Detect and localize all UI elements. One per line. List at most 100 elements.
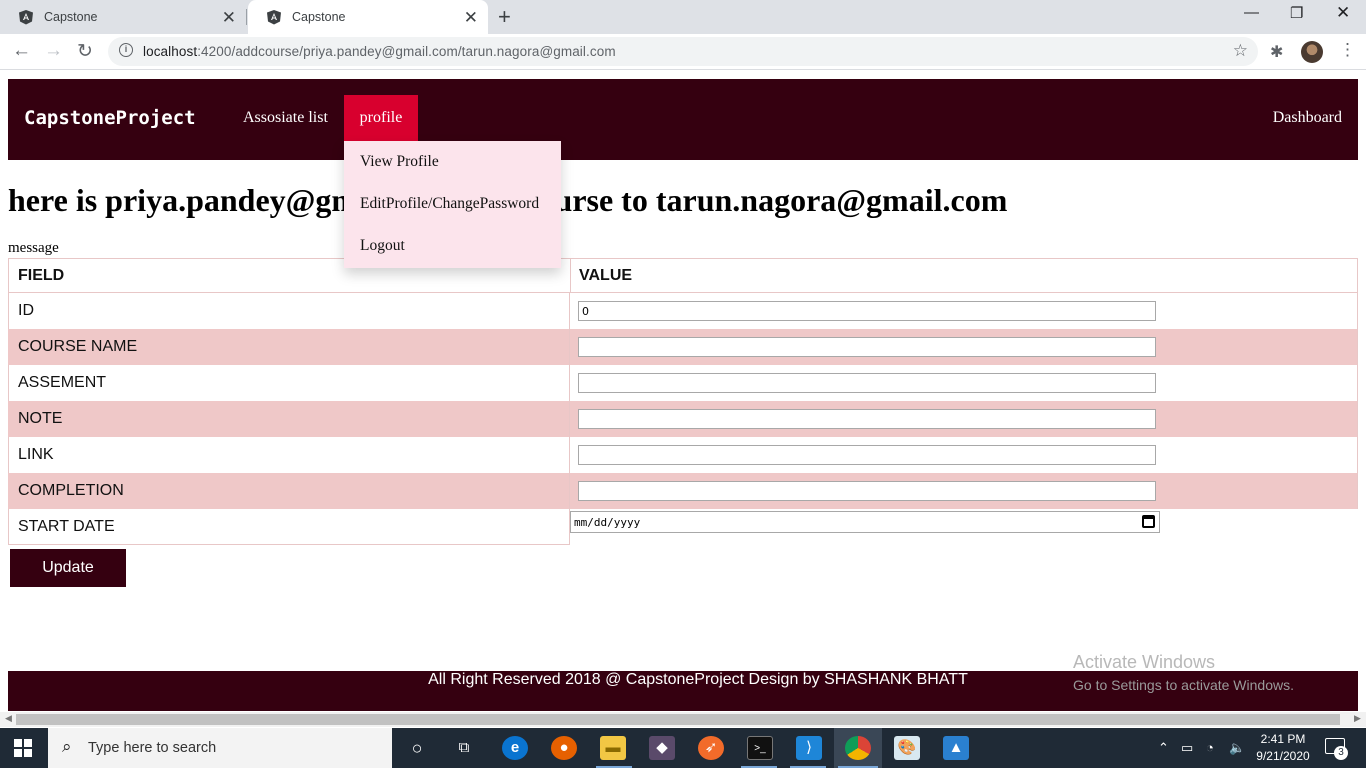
taskbar-clock[interactable]: 2:41 PM 9/21/2020 <box>1253 731 1313 765</box>
task-view-icon[interactable]: ⧉ <box>451 736 477 760</box>
nav-associate-list[interactable]: Assosiate list <box>227 95 344 141</box>
field-label-start-date: START DATE <box>18 518 115 535</box>
bookmark-star-icon[interactable]: ☆ <box>1233 41 1248 61</box>
link-input[interactable] <box>578 445 1156 465</box>
message-label: message <box>8 240 59 256</box>
date-placeholder: mm/dd/yyyy <box>574 516 641 529</box>
close-tab-icon[interactable]: ✕ <box>222 8 236 28</box>
taskbar-search-box[interactable]: ⌕ Type here to search <box>48 728 392 768</box>
terminal-icon[interactable]: >_ <box>747 736 773 760</box>
table-row: ASSEMENT <box>8 365 1358 401</box>
search-icon: ⌕ <box>62 737 72 756</box>
angular-logo-icon <box>267 10 281 25</box>
menu-item-view-profile[interactable]: View Profile <box>360 153 439 171</box>
postman-icon[interactable]: ➶ <box>698 736 724 760</box>
angular-logo-icon <box>19 10 33 25</box>
photos-icon[interactable]: ▲ <box>943 736 969 760</box>
clock-time: 2:41 PM <box>1260 732 1306 746</box>
avatar[interactable] <box>1301 41 1323 63</box>
app-navbar: CapstoneProject Assosiate list profile D… <box>8 79 1358 160</box>
clock-date: 9/21/2020 <box>1256 749 1310 763</box>
menu-kebab-icon[interactable]: ⋮ <box>1339 40 1356 60</box>
file-explorer-icon[interactable]: ▬ <box>600 736 626 760</box>
edge-icon[interactable]: e <box>502 736 528 760</box>
address-bar[interactable]: i localhost:4200/addcourse/priya.pandey@… <box>108 37 1258 66</box>
minimize-icon[interactable]: — <box>1244 4 1259 21</box>
start-date-input[interactable]: mm/dd/yyyy <box>570 511 1160 533</box>
table-row: START DATE mm/dd/yyyy <box>8 509 1358 545</box>
course-name-input[interactable] <box>578 337 1156 357</box>
scrollbar-thumb[interactable] <box>16 714 1340 725</box>
label-cell: COURSE NAME <box>8 329 570 365</box>
label-cell: NOTE <box>8 401 570 437</box>
battery-icon[interactable]: ▭ <box>1181 740 1193 756</box>
wifi-icon[interactable]: ◔ <box>1206 740 1214 755</box>
site-info-icon[interactable]: i <box>119 43 133 57</box>
url-text[interactable]: localhost:4200/addcourse/priya.pandey@gm… <box>143 44 616 59</box>
reload-icon[interactable]: ↻ <box>77 40 93 63</box>
activate-windows-title: Activate Windows <box>1073 652 1216 672</box>
activate-windows-subtitle: Go to Settings to activate Windows. <box>1073 677 1294 693</box>
scroll-right-icon[interactable]: ▶ <box>1354 713 1361 724</box>
brand-logo[interactable]: CapstoneProject <box>24 107 196 129</box>
table-row: LINK <box>8 437 1358 473</box>
nav-dashboard[interactable]: Dashboard <box>1257 95 1358 141</box>
table-row: ID <box>8 293 1358 329</box>
extensions-puzzle-icon[interactable]: ✱ <box>1270 42 1283 62</box>
field-label-course-name: COURSE NAME <box>18 338 138 355</box>
tab-title: Capstone <box>44 10 98 24</box>
value-header: VALUE <box>579 267 633 284</box>
label-cell: ID <box>8 293 570 329</box>
new-tab-icon[interactable]: + <box>498 4 511 30</box>
assessment-input[interactable] <box>578 373 1156 393</box>
windows-start-icon[interactable] <box>14 739 32 757</box>
back-icon[interactable]: ← <box>12 40 31 62</box>
browser-tab-active[interactable]: Capstone ✕ <box>248 0 488 34</box>
browser-toolbar: ← → ↻ i localhost:4200/addcourse/priya.p… <box>0 34 1366 70</box>
completion-input[interactable] <box>578 481 1156 501</box>
notification-count-badge: 3 <box>1334 746 1348 760</box>
table-header-row: FIELD VALUE <box>8 258 1358 293</box>
game-app-icon[interactable]: ◆ <box>649 736 675 760</box>
course-form-table: FIELD VALUE ID COURSE NAME ASSEMENT NOTE… <box>8 258 1358 545</box>
table-row: NOTE <box>8 401 1358 437</box>
menu-item-edit-profile[interactable]: EditProfile/ChangePassword <box>360 195 539 213</box>
field-label-link: LINK <box>18 446 54 463</box>
windows-taskbar: ⌕ Type here to search ○ ⧉ e ● ▬ ◆ ➶ >_ ⟩… <box>0 728 1366 768</box>
table-row: COURSE NAME <box>8 329 1358 365</box>
profile-dropdown: View Profile EditProfile/ChangePassword … <box>344 141 561 268</box>
tab-divider <box>246 9 247 25</box>
label-cell: COMPLETION <box>8 473 570 509</box>
label-cell: LINK <box>8 437 570 473</box>
browser-tab-bar: Capstone ✕ Capstone ✕ + — ❐ ✕ <box>0 0 1366 34</box>
browser-tab[interactable]: Capstone ✕ <box>0 0 246 34</box>
update-button[interactable]: Update <box>10 549 126 587</box>
tray-chevron-up-icon[interactable]: ⌃ <box>1158 740 1169 756</box>
chrome-icon[interactable] <box>845 736 871 760</box>
label-cell: ASSEMENT <box>8 365 570 401</box>
menu-item-logout[interactable]: Logout <box>360 237 405 255</box>
forward-icon[interactable]: → <box>44 40 63 62</box>
paint-icon[interactable]: 🎨 <box>894 736 920 760</box>
scroll-left-icon[interactable]: ◀ <box>5 713 12 724</box>
tab-title: Capstone <box>292 10 346 24</box>
label-cell: START DATE <box>8 509 570 545</box>
nav-profile[interactable]: profile <box>344 95 418 141</box>
cortana-circle-icon[interactable]: ○ <box>404 736 430 760</box>
field-label-note: NOTE <box>18 410 63 427</box>
field-label-completion: COMPLETION <box>18 482 124 499</box>
restore-icon[interactable]: ❐ <box>1290 4 1303 22</box>
field-label-assessment: ASSEMENT <box>18 374 107 391</box>
volume-icon[interactable]: 🔈 <box>1229 740 1245 756</box>
id-input[interactable] <box>578 301 1156 321</box>
field-header: FIELD <box>18 267 65 284</box>
calendar-icon[interactable] <box>1142 515 1155 528</box>
table-row: COMPLETION <box>8 473 1358 509</box>
close-tab-icon[interactable]: ✕ <box>464 8 478 28</box>
horizontal-scrollbar[interactable]: ◀ ▶ <box>0 712 1366 727</box>
search-placeholder: Type here to search <box>88 740 217 756</box>
vscode-icon[interactable]: ⟩ <box>796 736 822 760</box>
close-window-icon[interactable]: ✕ <box>1336 3 1350 23</box>
firefox-icon[interactable]: ● <box>551 736 577 760</box>
note-input[interactable] <box>578 409 1156 429</box>
